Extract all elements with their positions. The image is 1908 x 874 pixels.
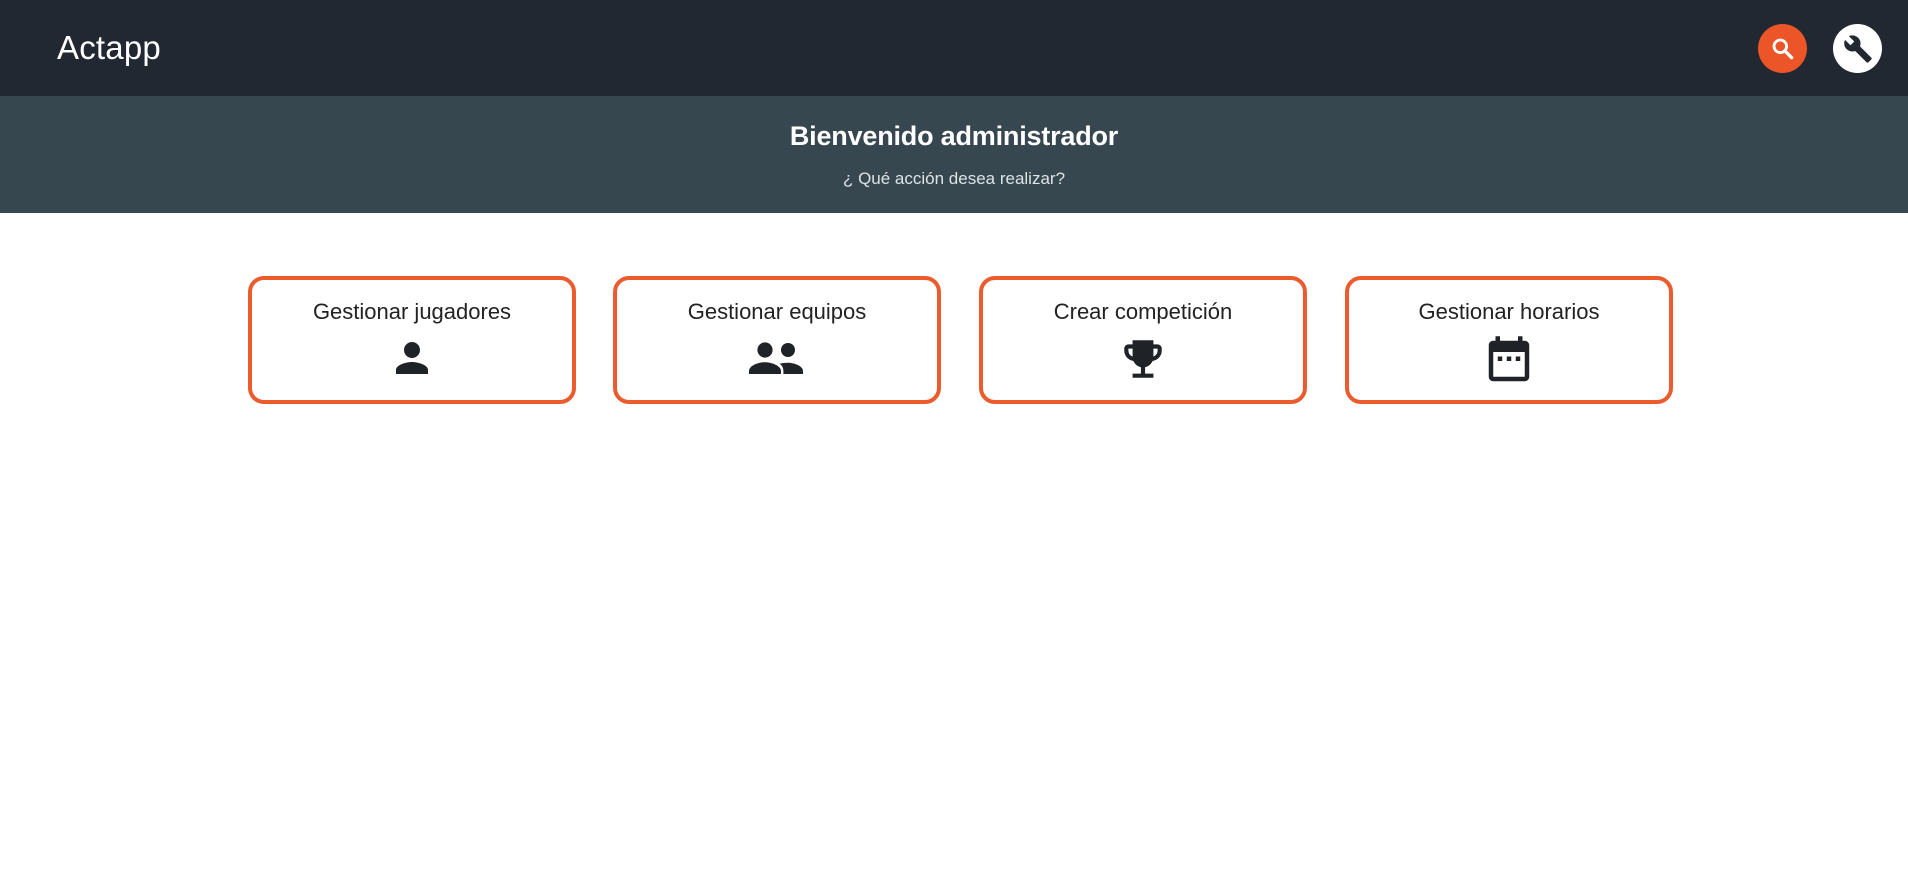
- app-title[interactable]: Actapp: [57, 28, 161, 68]
- person-icon: [388, 334, 436, 382]
- welcome-subtitle: ¿ Qué acción desea realizar?: [842, 169, 1066, 188]
- manage-schedules-card[interactable]: Gestionar horarios: [1345, 276, 1673, 404]
- search-icon: [1772, 38, 1793, 59]
- calendar-icon: [1482, 334, 1536, 388]
- trophy-icon: [1118, 334, 1168, 384]
- settings-button[interactable]: [1833, 24, 1882, 73]
- action-label: Gestionar jugadores: [312, 299, 512, 324]
- action-label: Crear competición: [1053, 299, 1233, 324]
- action-label: Gestionar horarios: [1418, 299, 1600, 324]
- admin-actions: Gestionar jugadores Gestionar equipos Cr…: [248, 276, 1674, 404]
- welcome-title: Bienvenido administrador: [789, 121, 1119, 151]
- top-app-bar: Actapp: [0, 0, 1908, 96]
- action-label: Gestionar equipos: [687, 299, 867, 324]
- create-competition-card[interactable]: Crear competición: [979, 276, 1307, 404]
- wrench-icon: [1843, 34, 1872, 63]
- search-button[interactable]: [1758, 24, 1807, 73]
- group-icon: [747, 334, 807, 382]
- welcome-banner: Bienvenido administrador ¿ Qué acción de…: [0, 96, 1908, 213]
- manage-teams-card[interactable]: Gestionar equipos: [613, 276, 941, 404]
- manage-players-card[interactable]: Gestionar jugadores: [248, 276, 576, 404]
